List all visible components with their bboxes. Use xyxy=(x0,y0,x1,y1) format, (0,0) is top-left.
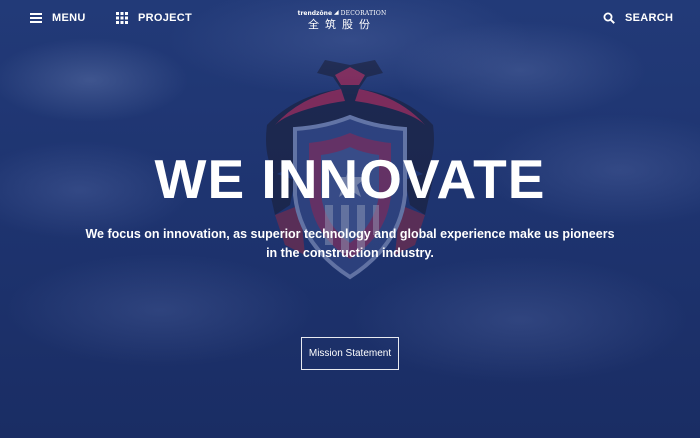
project-button[interactable]: PROJECT xyxy=(116,12,192,24)
logo-brand: trendzōne xyxy=(297,10,333,17)
site-logo[interactable]: trendzōne ◢ DECORATION 全筑股份 xyxy=(297,10,387,32)
hero-headline: WE INNOVATE xyxy=(154,148,546,210)
menu-label: MENU xyxy=(52,12,86,24)
hamburger-icon xyxy=(30,13,42,23)
search-icon xyxy=(603,12,615,24)
grid-icon xyxy=(116,12,128,24)
search-button[interactable]: SEARCH xyxy=(603,12,673,24)
logo-wordmark: trendzōne ◢ DECORATION xyxy=(297,10,387,17)
project-label: PROJECT xyxy=(138,12,193,24)
mission-statement-button[interactable]: Mission Statement xyxy=(301,337,399,370)
logo-chinese-name: 全筑股份 xyxy=(308,18,376,31)
logo-mark-icon: ◢ xyxy=(334,10,339,16)
logo-sub: DECORATION xyxy=(340,10,387,17)
search-label: SEARCH xyxy=(625,12,674,24)
hero-subtext: We focus on innovation, as superior tech… xyxy=(85,227,615,260)
menu-button[interactable]: MENU xyxy=(30,12,86,24)
